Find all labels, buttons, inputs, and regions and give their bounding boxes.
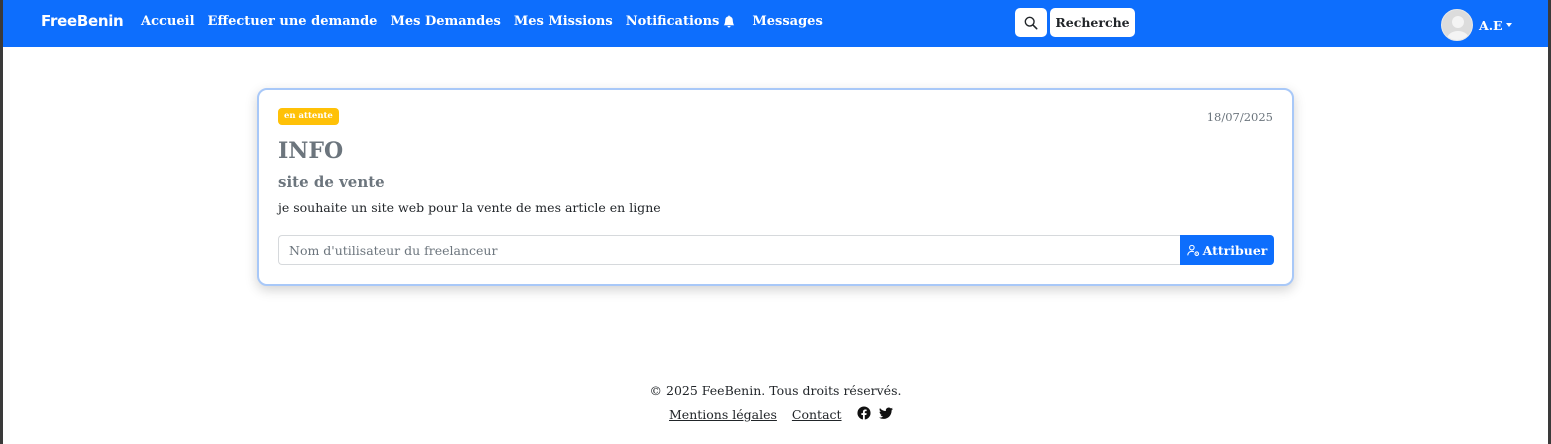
nav-link-notifications[interactable]: Notifications [626,14,736,29]
recherche-button[interactable]: Recherche [1050,8,1135,37]
chevron-down-icon [1505,23,1512,27]
facebook-icon[interactable] [856,406,871,423]
bell-icon [724,15,735,28]
request-date: 18/07/2025 [1206,110,1273,124]
twitter-icon[interactable] [878,407,893,423]
user-gear-icon [1186,244,1199,256]
footer-link-contact[interactable]: Contact [792,407,842,422]
card-subtitle: site de vente [278,173,385,191]
nav-link-effectuer-demande[interactable]: Effectuer une demande [208,14,378,29]
user-avatar-icon [1447,16,1469,40]
footer-copyright: © 2025 FeeBenin. Tous droits réservés. [649,383,902,398]
freelancer-username-input[interactable] [278,235,1181,265]
request-card: en attente 18/07/2025 INFO site de vente… [257,88,1294,286]
card-description: je souhaite un site web pour la vente de… [278,200,661,215]
nav-link-messages[interactable]: Messages [752,14,822,29]
footer-link-mentions-legales[interactable]: Mentions légales [669,407,777,422]
window-frame-left [0,0,3,444]
footer-links: Mentions légales Contact [669,406,901,423]
nav-link-mes-demandes[interactable]: Mes Demandes [390,14,500,29]
navbar: FreeBenin Accueil Effectuer une demande … [3,0,1548,47]
nav-links: Accueil Effectuer une demande Mes Demand… [141,14,836,29]
status-badge: en attente [278,108,339,125]
search-button[interactable] [1015,8,1047,37]
avatar [1441,9,1473,41]
nav-link-accueil[interactable]: Accueil [141,14,195,29]
search-icon [1024,16,1038,29]
assign-button[interactable]: Attribuer [1180,235,1274,265]
assign-button-label: Attribuer [1202,242,1268,258]
nav-link-notifications-label: Notifications [625,14,720,29]
brand-logo[interactable]: FreeBenin [41,12,124,30]
user-menu[interactable]: A.E [1441,9,1512,41]
nav-link-mes-missions[interactable]: Mes Missions [514,14,613,29]
user-initials: A.E [1479,17,1503,33]
card-title: INFO [278,138,344,164]
